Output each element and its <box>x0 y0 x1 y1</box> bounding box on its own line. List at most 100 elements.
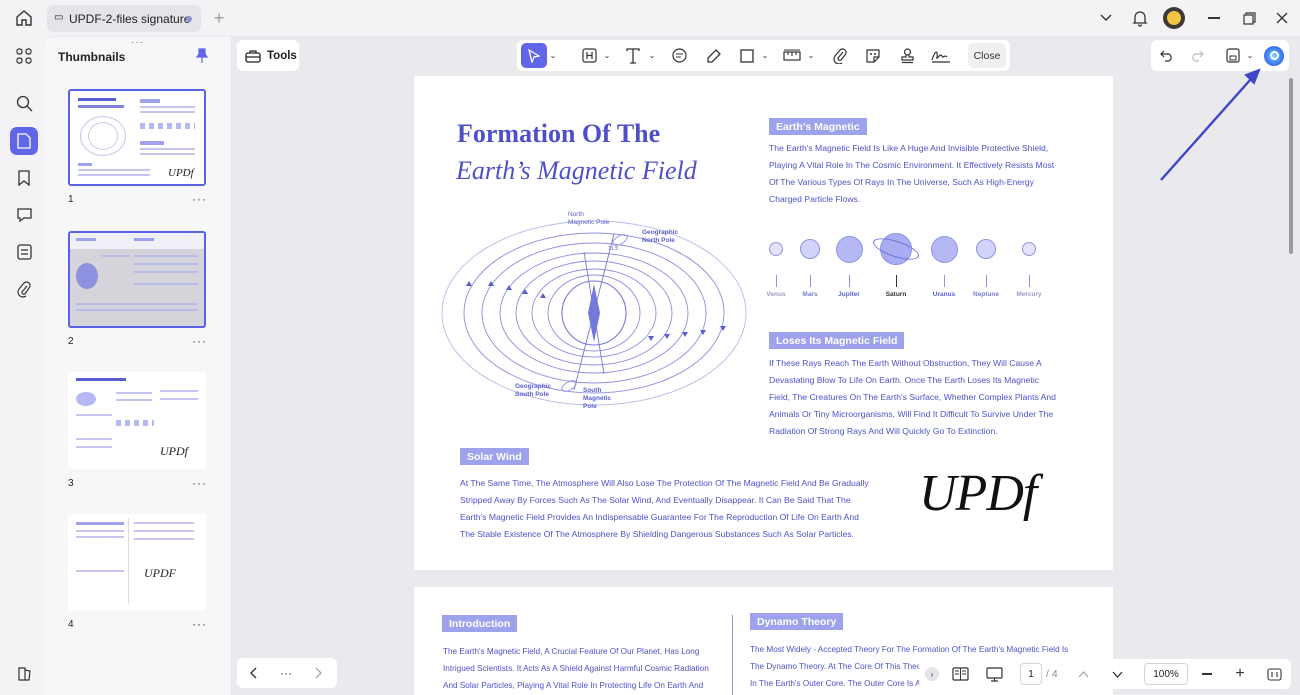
page-thumbnail-3[interactable]: UPDf <box>68 372 206 469</box>
diagram-label-geo-north: Geographic North Pole <box>642 229 679 244</box>
chevron-down-icon[interactable] <box>1098 9 1114 27</box>
text-line: Intrigued Scientists. It Acts As A Shiel… <box>443 664 709 673</box>
text-line: The Earth's Magnetic Field Is Like A Hug… <box>769 143 1049 153</box>
section-heading-earths-magnetic: Earth's Magnetic <box>769 118 867 135</box>
select-cursor-icon[interactable] <box>521 43 547 68</box>
planet-label: Saturn <box>885 291 907 298</box>
chevron-right-icon[interactable] <box>311 662 327 684</box>
pdf-page-1[interactable]: Formation Of The Earth’s Magnetic Field <box>414 76 1113 570</box>
text-line: The Stable Existence Of The Atmosphere B… <box>460 529 854 539</box>
presentation-icon[interactable] <box>983 663 1005 685</box>
text-line: Radiation Of Strong Rays And Will Quickl… <box>769 426 998 436</box>
page-more-button-4[interactable]: ··· <box>192 617 207 631</box>
text-line: Stripped Away By Forces Such As The Sola… <box>460 495 851 505</box>
new-tab-plus-icon[interactable]: + <box>211 8 227 28</box>
total-pages: / 4 <box>1046 668 1058 680</box>
text-box-icon[interactable] <box>579 43 599 68</box>
signature-image[interactable]: UPDf <box>919 464 1037 523</box>
chevron-left-icon[interactable] <box>245 662 261 684</box>
bell-icon[interactable] <box>1131 8 1149 28</box>
section-heading-solar-wind: Solar Wind <box>460 448 529 465</box>
home-icon[interactable] <box>14 9 34 27</box>
layers-icon[interactable] <box>10 660 38 688</box>
comments-icon[interactable] <box>10 201 38 229</box>
page-more-button-3[interactable]: ··· <box>192 476 207 490</box>
planet-label: Jupiter <box>838 291 860 298</box>
highlighter-icon[interactable] <box>703 43 725 68</box>
chevron-down-icon[interactable]: ⌄ <box>760 43 770 68</box>
form-fields-icon[interactable] <box>10 238 38 266</box>
search-icon[interactable] <box>10 89 38 117</box>
thumbnail-panel: ··· Thumbnails UPDf 1 ··· 2 ··· UPDf 3 ·… <box>45 37 231 695</box>
tools-label: Tools <box>267 49 297 62</box>
more-options-button[interactable]: ··· <box>277 662 295 684</box>
page-thumbnail-1[interactable]: UPDf <box>68 89 206 186</box>
close-window-icon[interactable] <box>1273 9 1291 27</box>
planet-uranus <box>931 236 958 263</box>
diagram-label-south-magnetic: South Magnetic Pole <box>583 387 612 410</box>
text-line: Earth's Magnetic Field Provides An Indis… <box>460 512 859 522</box>
view-controls-bar: › / 4 100% + <box>919 659 1291 689</box>
avatar[interactable] <box>1163 7 1185 29</box>
page-more-button-1[interactable]: ··· <box>192 192 207 206</box>
section-heading-dynamo: Dynamo Theory <box>750 613 844 630</box>
organize-grid-icon[interactable] <box>10 42 38 70</box>
column-divider <box>732 615 733 695</box>
pin-icon[interactable] <box>195 48 209 69</box>
section3-paragraph: At The Same Time, The Atmosphere Will Al… <box>460 475 869 543</box>
signature-icon[interactable] <box>928 43 954 68</box>
zoom-level-field[interactable]: 100% <box>1144 663 1188 685</box>
planet-label: Uranus <box>932 291 956 298</box>
next-page-icon[interactable] <box>1109 663 1125 685</box>
attachment-icon[interactable] <box>10 275 38 303</box>
planet-jupiter <box>836 236 863 263</box>
text-tool-icon[interactable] <box>622 43 644 68</box>
bookmark-icon[interactable] <box>10 164 38 192</box>
chevron-down-icon[interactable]: ⌄ <box>647 43 657 68</box>
vertical-scrollbar[interactable] <box>1289 78 1293 254</box>
sticker-icon[interactable] <box>862 43 884 68</box>
page-number-3: 3 <box>68 478 74 489</box>
tools-button[interactable]: Tools <box>237 40 299 71</box>
planet-label: Mars <box>802 291 818 298</box>
close-toolbar-button[interactable]: Close <box>968 43 1006 68</box>
page-thumbnail-4[interactable]: UPDF <box>68 514 206 611</box>
document-tab[interactable]: ▭ UPDF-2-files signature <box>47 5 201 32</box>
planet-mars <box>800 239 820 259</box>
page-layout-icon[interactable] <box>949 663 971 685</box>
comment-icon[interactable] <box>668 43 690 68</box>
planet-tick <box>810 275 811 287</box>
planet-label: Neptune <box>973 291 999 298</box>
text-line: Charged Particle Flows. <box>769 194 861 204</box>
actual-size-icon[interactable] <box>1265 664 1283 684</box>
chevron-down-icon[interactable]: ⌄ <box>806 43 816 68</box>
unsaved-dot-icon <box>186 16 192 22</box>
minimize-icon[interactable] <box>1205 9 1223 27</box>
collapse-arrow-icon[interactable]: › <box>925 667 939 681</box>
current-page-field[interactable]: 1 <box>1020 663 1042 685</box>
page-number-4: 4 <box>68 619 74 630</box>
left-rail <box>0 36 47 695</box>
chevron-down-icon[interactable]: ⌄ <box>602 43 612 68</box>
rectangle-shape-icon[interactable] <box>737 43 757 68</box>
previous-page-icon[interactable] <box>1075 663 1091 685</box>
toolbox-icon <box>245 49 261 63</box>
measure-icon[interactable] <box>781 43 803 68</box>
drag-handle[interactable]: ··· <box>131 37 144 48</box>
planet-neptune <box>976 239 996 259</box>
attach-file-icon[interactable] <box>829 43 851 68</box>
stamp-icon[interactable] <box>896 43 918 68</box>
section-heading-introduction: Introduction <box>442 615 518 632</box>
restore-icon[interactable] <box>1240 9 1258 27</box>
page-more-button-2[interactable]: ··· <box>192 334 207 348</box>
planet-tick <box>849 275 850 287</box>
diagram-label-geo-south: Geographic South Pole <box>515 383 552 398</box>
page-nav-bar: ··· <box>237 658 337 688</box>
zoom-in-icon[interactable]: + <box>1232 663 1248 685</box>
thumbnails-icon[interactable] <box>10 127 38 155</box>
planet-tick <box>944 275 945 287</box>
zoom-out-icon[interactable] <box>1199 663 1215 685</box>
page-thumbnail-2[interactable] <box>68 231 206 328</box>
chevron-down-icon[interactable]: ⌄ <box>548 43 558 68</box>
section-heading-loses-field: Loses Its Magnetic Field <box>769 332 905 349</box>
